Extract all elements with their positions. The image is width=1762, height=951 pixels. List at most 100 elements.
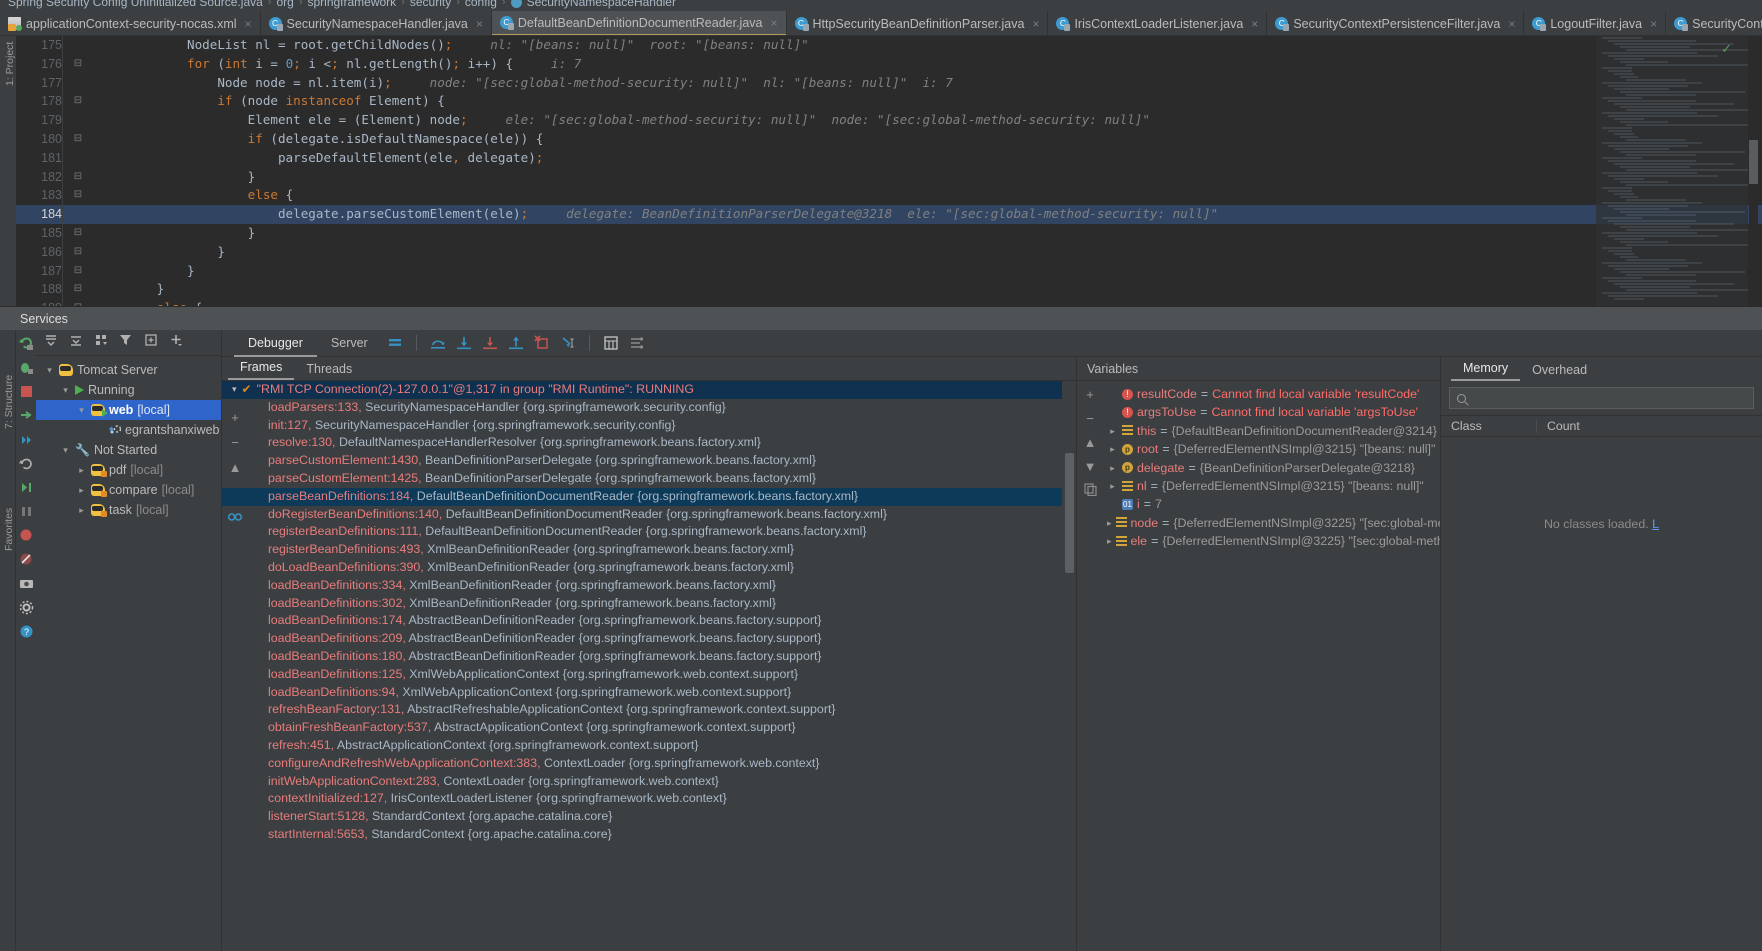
rerun-icon[interactable]: [19, 336, 34, 351]
chevron-icon[interactable]: ▸: [76, 465, 87, 476]
code-line[interactable]: 177 Node node = nl.item(i); node: "[sec:…: [16, 74, 1762, 93]
breadcrumb-item[interactable]: org: [276, 0, 293, 9]
stack-frame-row[interactable]: listenerStart:5128, StandardContext {org…: [222, 808, 1062, 826]
frames-list[interactable]: ▾✔"RMI TCP Connection(2)-127.0.0.1"@1,31…: [222, 381, 1062, 951]
code-fold-icon[interactable]: ⊟: [72, 186, 84, 205]
run-to-cursor-icon[interactable]: [19, 480, 34, 495]
code-text[interactable]: else {: [96, 299, 202, 306]
variables-side-toolbar[interactable]: + − ▲ ▼: [1077, 381, 1103, 951]
variable-row[interactable]: !resultCode = Cannot find local variable…: [1103, 385, 1440, 403]
stack-frame-row[interactable]: init:127, SecurityNamespaceHandler {org.…: [222, 417, 1062, 435]
evaluate-expression-icon[interactable]: [603, 335, 619, 351]
resume-icon[interactable]: [19, 408, 34, 423]
stack-frame-row[interactable]: parseBeanDefinitions:184, DefaultBeanDef…: [222, 488, 1062, 506]
stack-frame-row[interactable]: initWebApplicationContext:283, ContextLo…: [222, 773, 1062, 791]
debug-icon[interactable]: [19, 360, 34, 375]
breadcrumb-item[interactable]: config: [465, 0, 497, 9]
column-count[interactable]: Count: [1537, 419, 1580, 433]
code-text[interactable]: delegate.parseCustomElement(ele); delega…: [96, 205, 1218, 224]
step-over-icon[interactable]: [430, 335, 446, 351]
code-line[interactable]: 179 Element ele = (Element) node; ele: "…: [16, 111, 1762, 130]
camera-icon[interactable]: [19, 576, 34, 591]
thread-row[interactable]: ▾✔"RMI TCP Connection(2)-127.0.0.1"@1,31…: [222, 381, 1062, 399]
code-text[interactable]: }: [96, 262, 195, 281]
variable-row[interactable]: 01i = 7: [1103, 495, 1440, 513]
help-icon[interactable]: ?: [19, 624, 34, 639]
stack-frame-row[interactable]: loadBeanDefinitions:174, AbstractBeanDef…: [222, 612, 1062, 630]
stack-frame-row[interactable]: parseCustomElement:1425, BeanDefinitionP…: [222, 470, 1062, 488]
line-number[interactable]: 180: [16, 130, 62, 149]
tab-frames[interactable]: Frames: [228, 360, 294, 380]
tab-overhead[interactable]: Overhead: [1520, 363, 1599, 381]
services-tree-pane[interactable]: ▾Tomcat Server▾Running▾web[local]egrants…: [36, 330, 222, 951]
code-fold-icon[interactable]: ⊟: [72, 168, 84, 187]
code-text[interactable]: }: [96, 243, 225, 262]
breadcrumb-item[interactable]: security: [410, 0, 451, 9]
code-text[interactable]: }: [96, 224, 255, 243]
restart-icon[interactable]: [19, 456, 34, 471]
line-number[interactable]: 178: [16, 92, 62, 111]
code-editor[interactable]: 1: Project 175 NodeList nl = root.getChi…: [0, 36, 1762, 306]
chevron-right-icon[interactable]: ▸: [1107, 422, 1118, 440]
breakpoint-icon[interactable]: [19, 528, 34, 543]
force-step-into-icon[interactable]: [482, 335, 498, 351]
code-fold-icon[interactable]: ⊟: [72, 55, 84, 74]
frames-pane[interactable]: Frames Threads + − ▲ ▼ ▾✔"RMI TCP Connec…: [222, 357, 1077, 951]
chevron-right-icon[interactable]: ▸: [1107, 477, 1118, 495]
editor-tab[interactable]: CHttpSecurityBeanDefinitionParser.java×: [787, 11, 1049, 36]
stack-frame-row[interactable]: loadBeanDefinitions:94, XmlWebApplicatio…: [222, 684, 1062, 702]
stack-frame-row[interactable]: registerBeanDefinitions:493, XmlBeanDefi…: [222, 541, 1062, 559]
frames-scrollbar-thumb[interactable]: [1065, 453, 1074, 573]
code-line-current[interactable]: 184 delegate.parseCustomElement(ele); de…: [16, 205, 1762, 224]
add-tab-icon[interactable]: [144, 333, 158, 352]
column-class[interactable]: Class: [1441, 419, 1537, 433]
mute-breakpoints-icon[interactable]: [19, 552, 34, 567]
services-tree-node[interactable]: ▾web[local]: [36, 400, 221, 420]
stack-frame-row[interactable]: loadBeanDefinitions:334, XmlBeanDefiniti…: [222, 577, 1062, 595]
code-line[interactable]: 180 ⊟ if (delegate.isDefaultNamespace(ele…: [16, 130, 1762, 149]
chevron-icon[interactable]: ▾: [60, 385, 71, 396]
inspection-ok-icon[interactable]: ✓: [1721, 41, 1732, 57]
expand-all-icon[interactable]: [44, 333, 58, 352]
code-fold-icon[interactable]: ⊟: [72, 224, 84, 243]
breadcrumb-item[interactable]: SecurityNamespaceHandler: [527, 0, 676, 9]
memory-empty-link[interactable]: L: [1652, 517, 1659, 531]
editor-tab[interactable]: CSecurityContextPersistenceFilter.java×: [1267, 11, 1524, 36]
code-line[interactable]: 186⊟ }: [16, 243, 1762, 262]
tab-memory[interactable]: Memory: [1451, 361, 1520, 381]
memory-search-input[interactable]: [1472, 391, 1692, 405]
editor-tab[interactable]: CDefaultBeanDefinitionDocumentReader.jav…: [492, 11, 787, 36]
stack-frame-row[interactable]: resolve:130, DefaultNamespaceHandlerReso…: [222, 434, 1062, 452]
services-tool-window-header[interactable]: Services: [0, 306, 1762, 330]
code-line[interactable]: 182⊟ }: [16, 168, 1762, 187]
variable-row[interactable]: ▸node = {DeferredElementNSImpl@3225} "[s…: [1103, 514, 1440, 532]
chevron-icon[interactable]: ▸: [76, 485, 87, 496]
settings-icon[interactable]: [19, 600, 34, 615]
editor-tab-bar[interactable]: applicationContext-security-nocas.xml×CS…: [0, 11, 1762, 36]
editor-tab[interactable]: CLogoutFilter.java×: [1524, 11, 1666, 36]
frames-scrollbar-track[interactable]: [1063, 381, 1076, 951]
code-minimap[interactable]: [1596, 36, 1748, 306]
stack-frame-row[interactable]: doLoadBeanDefinitions:390, XmlBeanDefini…: [222, 559, 1062, 577]
editor-tab[interactable]: CSecurityNamespaceHandler.java×: [261, 11, 492, 36]
stack-frame-row[interactable]: loadBeanDefinitions:180, AbstractBeanDef…: [222, 648, 1062, 666]
chevron-down-icon[interactable]: ▾: [232, 381, 237, 399]
memory-search-box[interactable]: [1449, 387, 1754, 409]
line-number[interactable]: 186: [16, 243, 62, 262]
run-control-toolbar[interactable]: ?: [16, 330, 36, 951]
code-text[interactable]: else {: [96, 186, 293, 205]
variable-row[interactable]: ▸ele = {DeferredElementNSImpl@3225} "[se…: [1103, 532, 1440, 550]
close-icon[interactable]: ×: [476, 17, 483, 31]
services-tree-node[interactable]: ▸task[local]: [36, 500, 221, 520]
copy-icon[interactable]: [1084, 483, 1097, 499]
close-icon[interactable]: ×: [1508, 17, 1515, 31]
step-icon[interactable]: [19, 432, 34, 447]
services-tree[interactable]: ▾Tomcat Server▾Running▾web[local]egrants…: [36, 356, 221, 520]
pause-icon[interactable]: [19, 504, 34, 519]
line-number[interactable]: 184: [16, 205, 62, 224]
run-to-cursor-icon[interactable]: [560, 335, 576, 351]
code-text[interactable]: if (delegate.isDefaultNamespace(ele)) {: [96, 130, 543, 149]
move-down-icon[interactable]: ▼: [1084, 459, 1097, 474]
code-line[interactable]: 175 NodeList nl = root.getChildNodes(); …: [16, 36, 1762, 55]
code-fold-icon[interactable]: ⊟: [72, 130, 84, 149]
